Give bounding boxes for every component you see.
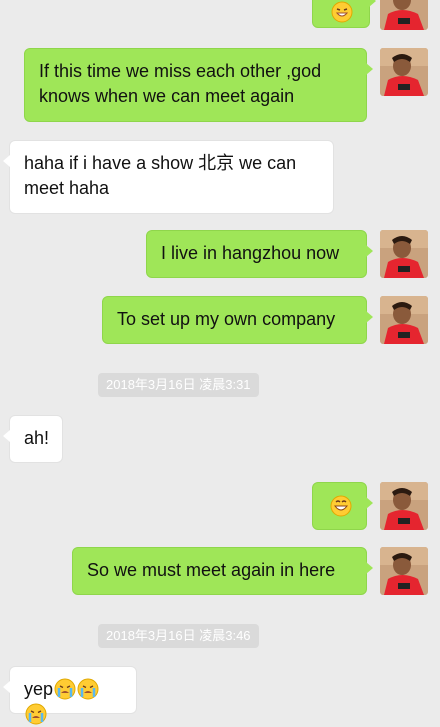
message-bubble[interactable]: If this time we miss each other ,god kno…: [24, 48, 373, 122]
user-avatar[interactable]: [380, 0, 428, 30]
chat-thread: If this time we miss each other ,god kno…: [0, 0, 440, 725]
user-avatar[interactable]: [380, 482, 428, 530]
message-bubble[interactable]: I live in hangzhou now: [146, 230, 373, 278]
message-text: haha if i have a show 北京 we can meet hah…: [24, 153, 297, 198]
message-text: I live in hangzhou now: [161, 243, 340, 263]
message-text: To set up my own company: [117, 309, 336, 329]
message-text: If this time we miss each other ,god kno…: [39, 61, 322, 106]
emoji-bubble[interactable]: [312, 0, 376, 28]
grin-sweat-emoji-icon: [331, 1, 353, 23]
user-avatar[interactable]: [380, 296, 428, 344]
crying-face-emoji-icon: [54, 678, 76, 700]
crying-face-emoji-icon: [25, 703, 47, 725]
crying-face-emoji-icon: [77, 678, 99, 700]
message-bubble[interactable]: yep: [3, 666, 137, 725]
emoji-bubble[interactable]: [312, 482, 373, 530]
grinning-face-emoji-icon: [330, 495, 352, 517]
message-text: ah!: [24, 428, 50, 448]
user-avatar[interactable]: [380, 547, 428, 595]
message-bubble[interactable]: haha if i have a show 北京 we can meet hah…: [3, 140, 334, 214]
message-bubble[interactable]: So we must meet again in here: [72, 547, 373, 595]
message-text: So we must meet again in here: [87, 560, 336, 580]
user-avatar[interactable]: [380, 48, 428, 96]
timestamp-label: 2018年3月16日 凌晨3:46: [98, 624, 259, 648]
timestamp-label: 2018年3月16日 凌晨3:31: [98, 373, 259, 397]
message-text: yep: [24, 679, 54, 699]
message-bubble[interactable]: ah!: [3, 415, 63, 463]
message-bubble[interactable]: To set up my own company: [102, 296, 373, 344]
user-avatar[interactable]: [380, 230, 428, 278]
